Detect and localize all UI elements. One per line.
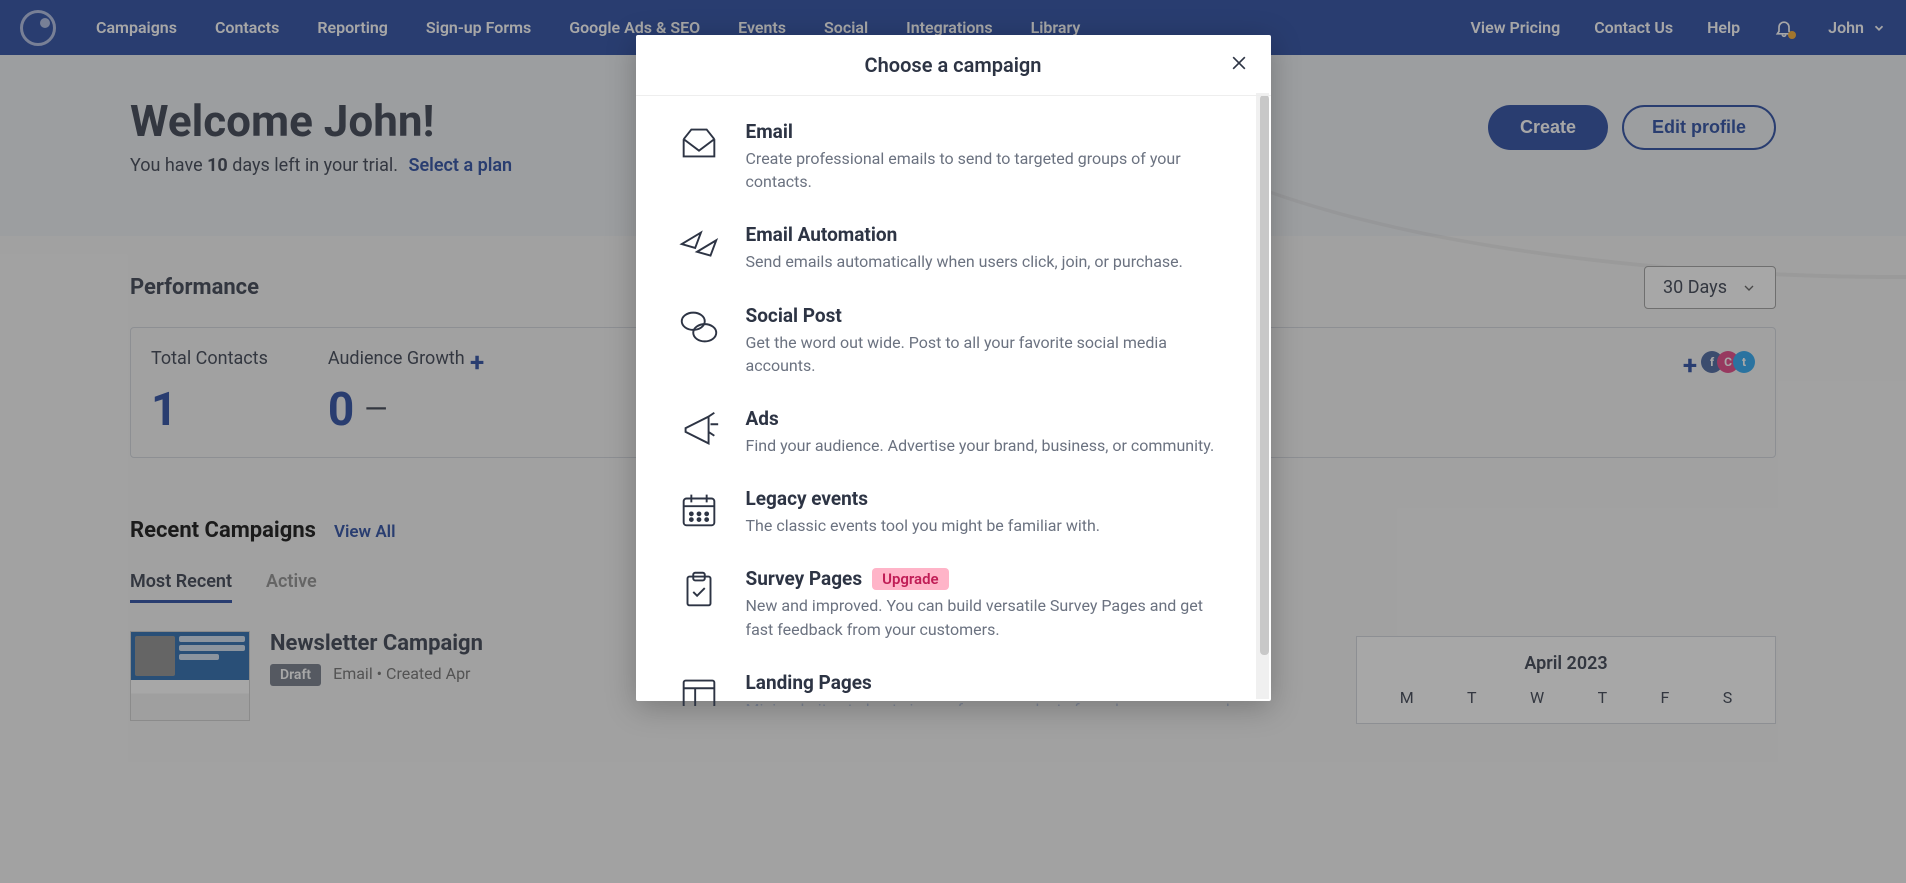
option-title: Social Post — [746, 304, 1231, 327]
choose-campaign-modal: Choose a campaign Email Create professio… — [636, 35, 1271, 701]
campaign-option-email-automation[interactable]: Email Automation Send emails automatical… — [676, 223, 1231, 273]
option-desc: Create professional emails to send to ta… — [746, 147, 1231, 193]
option-title-text: Survey Pages — [746, 567, 863, 590]
option-title: Email — [746, 120, 1231, 143]
modal-body: Email Create professional emails to send… — [636, 96, 1271, 706]
modal-title: Choose a campaign — [865, 53, 1042, 77]
campaign-option-ads[interactable]: Ads Find your audience. Advertise your b… — [676, 407, 1231, 457]
option-title: Survey Pages Upgrade — [746, 567, 1231, 590]
upgrade-badge: Upgrade — [872, 568, 949, 590]
option-desc: Mini websites to host sign-up forms, pro… — [746, 698, 1231, 706]
megaphone-icon — [676, 407, 722, 453]
clipboard-check-icon — [676, 567, 722, 613]
campaign-option-legacy-events[interactable]: Legacy events The classic events tool yo… — [676, 487, 1231, 537]
close-icon — [1229, 53, 1249, 73]
close-button[interactable] — [1229, 53, 1249, 77]
option-desc: New and improved. You can build versatil… — [746, 594, 1231, 640]
campaign-option-social-post[interactable]: Social Post Get the word out wide. Post … — [676, 304, 1231, 377]
option-desc: Get the word out wide. Post to all your … — [746, 331, 1231, 377]
option-desc: Send emails automatically when users cli… — [746, 250, 1183, 273]
option-title: Ads — [746, 407, 1215, 430]
option-title: Legacy events — [746, 487, 1101, 510]
campaign-option-survey-pages[interactable]: Survey Pages Upgrade New and improved. Y… — [676, 567, 1231, 640]
option-desc: Find your audience. Advertise your brand… — [746, 434, 1215, 457]
campaign-option-landing-pages[interactable]: Landing Pages Mini websites to host sign… — [676, 671, 1231, 706]
option-title: Landing Pages — [746, 671, 1231, 694]
option-title: Email Automation — [746, 223, 1183, 246]
option-desc: The classic events tool you might be fam… — [746, 514, 1101, 537]
modal-overlay[interactable]: Choose a campaign Email Create professio… — [0, 0, 1906, 883]
scrollbar-thumb[interactable] — [1260, 95, 1269, 655]
chat-bubbles-icon — [676, 304, 722, 350]
modal-header: Choose a campaign — [636, 35, 1271, 96]
calendar-icon — [676, 487, 722, 533]
layout-icon — [676, 671, 722, 706]
campaign-option-email[interactable]: Email Create professional emails to send… — [676, 120, 1231, 193]
email-icon — [676, 120, 722, 166]
paper-planes-icon — [676, 223, 722, 269]
